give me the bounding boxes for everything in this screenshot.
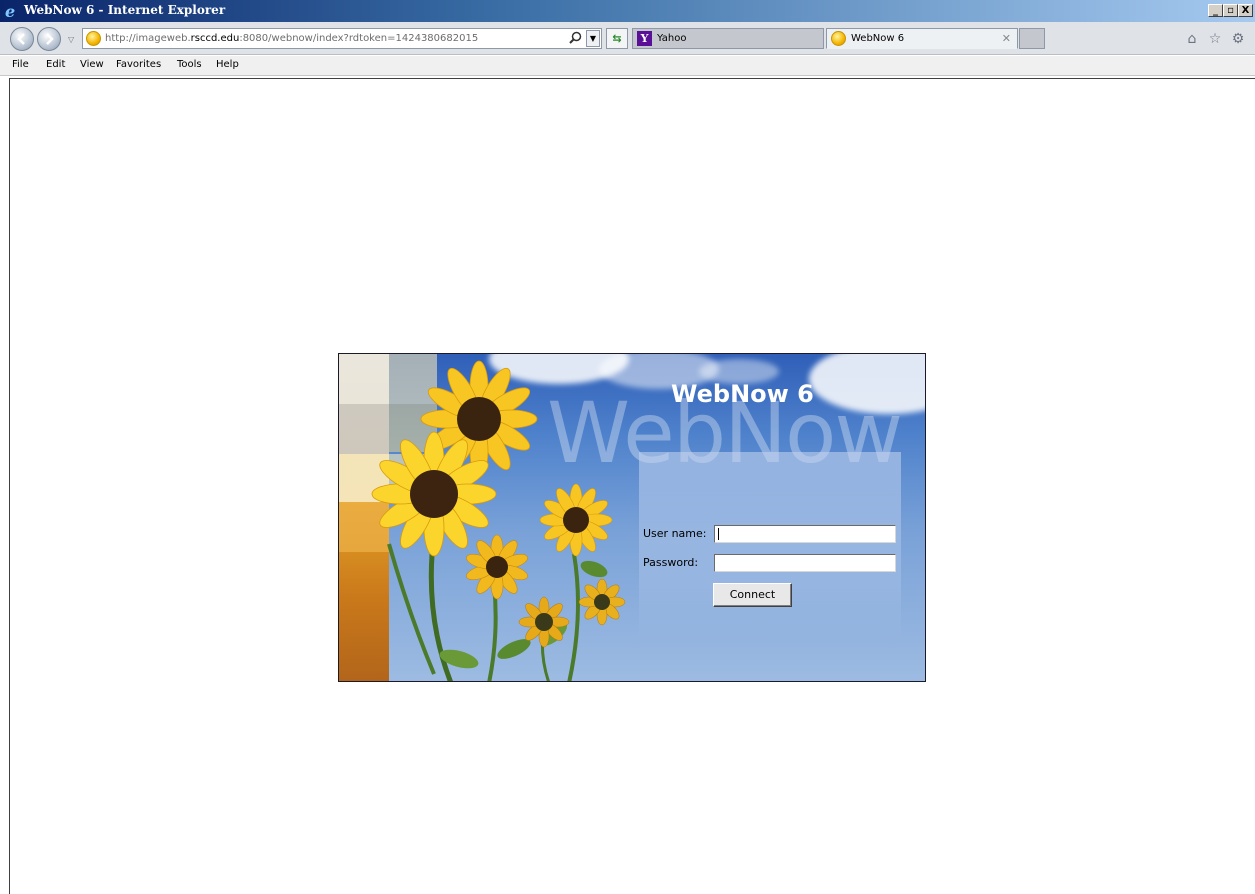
page-favicon-icon [86, 31, 101, 46]
menu-help[interactable]: Help [216, 59, 239, 70]
tab-label: WebNow 6 [851, 33, 905, 44]
window-title-bar: e WebNow 6 - Internet Explorer _ ▫ X [0, 0, 1255, 22]
close-window-button[interactable]: X [1238, 4, 1253, 17]
product-title: WebNow 6 [671, 380, 814, 408]
webnow-favicon-icon [831, 31, 846, 46]
forward-arrow-icon [46, 33, 54, 45]
connect-button[interactable]: Connect [713, 583, 792, 607]
username-input[interactable] [714, 525, 896, 543]
password-input[interactable] [714, 554, 896, 572]
tab-close-icon[interactable]: ✕ [1002, 29, 1011, 48]
recent-pages-dropdown[interactable]: ▽ [68, 35, 74, 44]
menu-tools[interactable]: Tools [177, 59, 202, 70]
sunflower-image [371, 360, 626, 681]
svg-text:e: e [5, 3, 15, 19]
address-url[interactable]: http://imageweb.rsccd.edu:8080/webnow/in… [105, 33, 478, 44]
text-caret [718, 528, 719, 540]
home-icon[interactable]: ⌂ [1183, 30, 1201, 48]
menu-file[interactable]: File [12, 59, 29, 70]
new-tab-button[interactable] [1019, 28, 1045, 49]
menu-edit[interactable]: Edit [46, 59, 65, 70]
tab-webnow[interactable]: WebNow 6 ✕ [826, 28, 1018, 49]
back-arrow-icon [17, 33, 25, 45]
minimize-button[interactable]: _ [1208, 4, 1223, 17]
tab-label: Yahoo [657, 33, 687, 44]
window-title: WebNow 6 - Internet Explorer [24, 3, 226, 17]
search-icon[interactable] [569, 31, 583, 46]
username-label: User name: [643, 527, 707, 540]
back-button[interactable] [10, 27, 34, 51]
forward-button[interactable] [37, 27, 61, 51]
menu-view[interactable]: View [80, 59, 104, 70]
login-panel: WebNow WebNow 6 User name: Password: Con… [338, 353, 926, 682]
password-label: Password: [643, 556, 699, 569]
settings-gear-icon[interactable]: ⚙ [1229, 30, 1247, 48]
address-bar[interactable]: http://imageweb.rsccd.edu:8080/webnow/in… [82, 28, 602, 49]
menu-favorites[interactable]: Favorites [116, 59, 161, 70]
tab-yahoo[interactable]: Y Yahoo [632, 28, 824, 49]
internet-explorer-icon: e [5, 3, 15, 19]
menu-bar: File Edit View Favorites Tools Help [0, 56, 1255, 76]
yahoo-icon: Y [637, 31, 652, 46]
restore-button[interactable]: ▫ [1223, 4, 1238, 17]
favorites-star-icon[interactable]: ☆ [1206, 30, 1224, 48]
address-dropdown-button[interactable]: ▼ [586, 30, 600, 47]
compatibility-refresh-button[interactable]: ⇆ [606, 28, 628, 49]
login-form-panel [639, 452, 901, 642]
navigation-bar: ▽ http://imageweb.rsccd.edu:8080/webnow/… [0, 22, 1255, 55]
